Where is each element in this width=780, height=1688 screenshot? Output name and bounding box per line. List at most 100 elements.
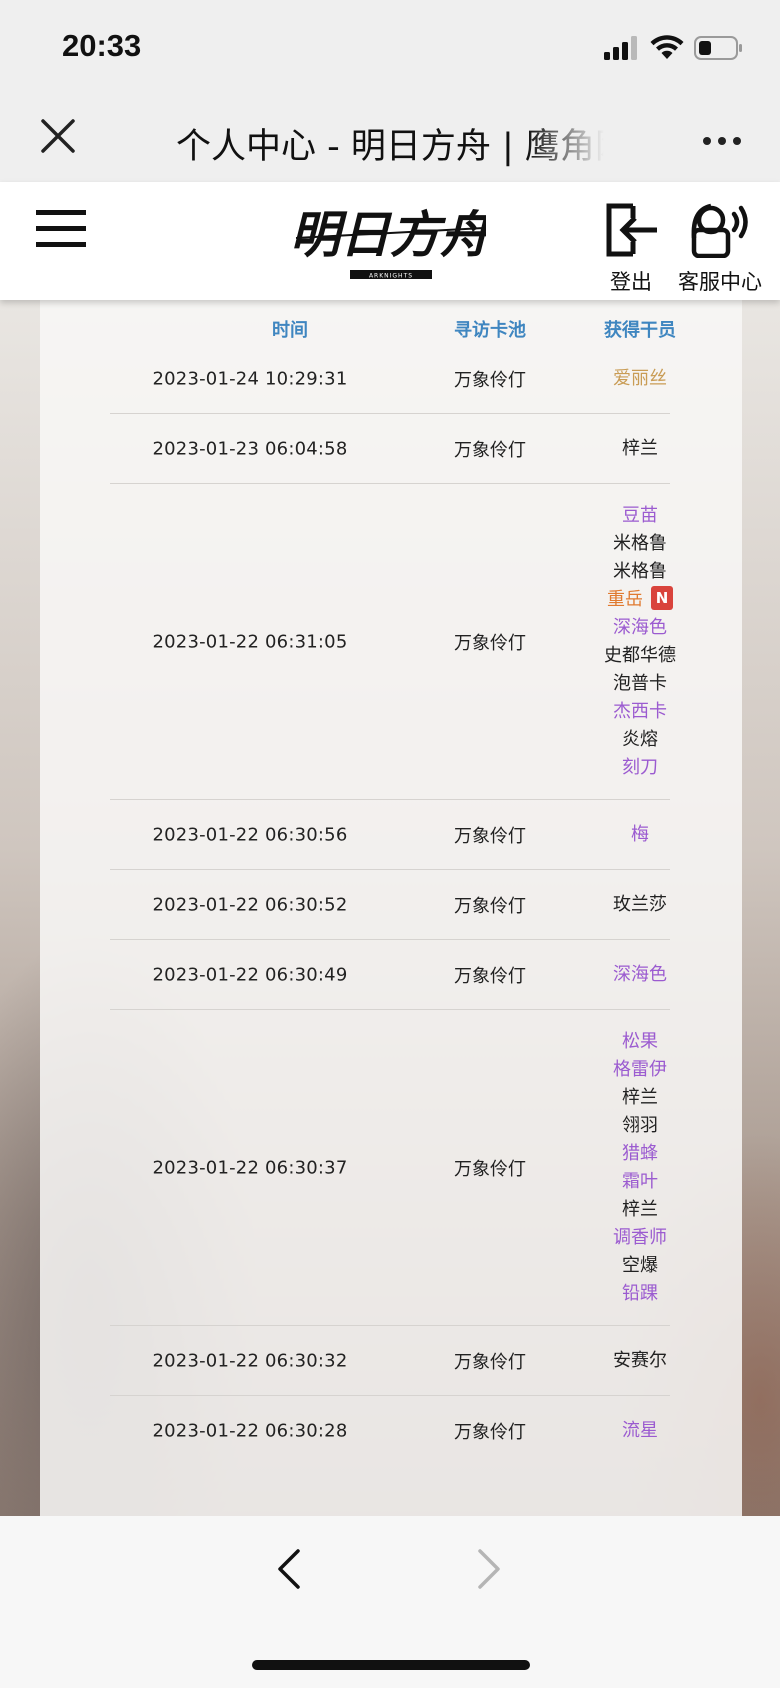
table-row: 2023-01-23 06:04:58 万象伶仃 梓兰: [110, 414, 670, 484]
operator-name: 铅踝: [560, 1280, 720, 1308]
operator-name: 梓兰: [560, 1084, 720, 1112]
row-pool: 万象伶仃: [454, 632, 526, 654]
operator-name-text: 深海色: [613, 616, 667, 638]
row-pool: 万象伶仃: [454, 1422, 526, 1443]
table-row: 2023-01-22 06:30:28 万象伶仃 流星: [110, 1396, 670, 1466]
operator-name: 米格鲁: [560, 558, 720, 586]
status-time: 20:33: [62, 28, 142, 63]
gacha-history-card: 时间 寻访卡池 获得干员 2023-01-24 10:29:31 万象伶仃 爱丽丝 2…: [40, 300, 742, 1516]
row-time: 2023-01-22 06:30:32: [152, 1350, 348, 1371]
operator-name: 重岳 N: [560, 585, 720, 614]
operator-name: 流星: [560, 1417, 720, 1445]
operator-name-text: 史都华德: [604, 644, 676, 666]
operator-name-text: 梓兰: [622, 1086, 658, 1108]
arknights-logo[interactable]: 明日方舟 ARKNIGHTS: [294, 194, 486, 294]
close-icon[interactable]: [40, 118, 76, 154]
operator-name: 格雷伊: [560, 1056, 720, 1084]
row-time: 2023-01-23 06:04:58: [152, 438, 348, 459]
operator-name-text: 深海色: [613, 963, 667, 985]
row-pool: 万象伶仃: [454, 1351, 526, 1373]
operator-name-text: 米格鲁: [613, 560, 667, 582]
operator-name-text: 爱丽丝: [613, 367, 667, 389]
row-time: 2023-01-22 06:30:49: [152, 964, 348, 985]
row-pool: 万象伶仃: [454, 439, 526, 461]
operator-name-text: 翎羽: [622, 1114, 658, 1136]
browser-bottom-bar: [0, 1516, 780, 1688]
wifi-icon: [650, 35, 684, 59]
row-operators: 流星: [560, 1417, 720, 1445]
table-row: 2023-01-22 06:30:32 万象伶仃 安赛尔: [110, 1326, 670, 1396]
operator-name: 梅: [560, 821, 720, 849]
row-operators: 松果 格雷伊 梓兰 翎羽 猎蜂 霜叶 梓兰 调香师 空爆 铅踝: [560, 1028, 720, 1308]
battery-icon: [694, 36, 742, 60]
logout-icon: [606, 203, 657, 257]
operator-name-text: 安赛尔: [613, 1349, 667, 1371]
operator-name-text: 梓兰: [622, 1198, 658, 1220]
logout-label: 登出: [610, 270, 652, 294]
operator-name: 史都华德: [560, 642, 720, 670]
operator-name: 空爆: [560, 1252, 720, 1280]
table-row: 2023-01-22 06:30:56 万象伶仃 梅: [110, 800, 670, 870]
operator-name-text: 松果: [622, 1030, 658, 1052]
row-operators: 梅: [560, 821, 720, 849]
row-operators: 深海色: [560, 961, 720, 989]
table-row: 2023-01-24 10:29:31 万象伶仃 爱丽丝: [110, 344, 670, 414]
operator-name: 翎羽: [560, 1112, 720, 1140]
home-indicator: [252, 1660, 530, 1670]
back-arrow-icon[interactable]: [276, 1548, 302, 1590]
operator-name-text: 刻刀: [622, 756, 658, 778]
operator-name: 爱丽丝: [560, 365, 720, 393]
operator-name-text: 梓兰: [622, 437, 658, 459]
operator-name: 刻刀: [560, 754, 720, 782]
operator-name-text: 米格鲁: [613, 532, 667, 554]
operator-name-text: 杰西卡: [613, 700, 667, 722]
signal-icon: [604, 36, 637, 60]
row-operators: 爱丽丝: [560, 365, 720, 393]
operator-name-text: 梅: [631, 823, 649, 845]
operator-name: 安赛尔: [560, 1347, 720, 1375]
new-badge: N: [651, 585, 673, 610]
row-time: 2023-01-22 06:30:52: [152, 894, 348, 915]
row-time: 2023-01-24 10:29:31: [152, 368, 348, 389]
row-time: 2023-01-22 06:31:05: [152, 631, 348, 652]
operator-name: 深海色: [560, 614, 720, 642]
row-time: 2023-01-22 06:30:37: [152, 1157, 348, 1178]
row-operators: 安赛尔: [560, 1347, 720, 1375]
operator-name-text: 重岳: [607, 588, 643, 610]
row-pool: 万象伶仃: [454, 369, 526, 391]
operator-name-text: 泡普卡: [613, 672, 667, 694]
operator-name: 炎熔: [560, 726, 720, 754]
logo-subtext: ARKNIGHTS: [369, 273, 413, 280]
table-header: 时间 寻访卡池 获得干员: [40, 316, 742, 344]
operator-name: 米格鲁: [560, 530, 720, 558]
operator-name: 猎蜂: [560, 1140, 720, 1168]
row-operators: 豆苗 米格鲁 米格鲁 重岳 N 深海色 史都华德 泡普卡 杰西卡 炎熔 刻刀: [560, 502, 720, 782]
table-row: 2023-01-22 06:30:49 万象伶仃 深海色: [110, 940, 670, 1010]
row-pool: 万象伶仃: [454, 895, 526, 917]
header-pool: 寻访卡池: [454, 320, 526, 341]
site-header: 明日方舟 ARKNIGHTS 登出 客服中心: [0, 182, 780, 300]
operator-name: 梓兰: [560, 435, 720, 463]
operator-name: 泡普卡: [560, 670, 720, 698]
operator-name: 玫兰莎: [560, 891, 720, 919]
page-title: 个人中心 - 明日方舟 | 鹰角网络: [176, 127, 604, 167]
operator-name-text: 炎熔: [622, 728, 658, 750]
table-row: 2023-01-22 06:31:05 万象伶仃 豆苗 米格鲁 米格鲁 重岳 N 深海色 史都华…: [110, 484, 676, 800]
row-operators: 梓兰: [560, 435, 720, 463]
customer-service-button[interactable]: 客服中心: [670, 200, 770, 296]
logout-button[interactable]: 登出: [600, 202, 662, 296]
operator-name-text: 猎蜂: [622, 1142, 658, 1164]
table-row: 2023-01-22 06:30:52 万象伶仃 玫兰莎: [110, 870, 670, 940]
row-time: 2023-01-22 06:30:56: [152, 824, 348, 845]
more-options-icon[interactable]: [702, 136, 742, 146]
operator-name: 杰西卡: [560, 698, 720, 726]
operator-name: 豆苗: [560, 502, 720, 530]
forward-arrow-icon: [478, 1549, 500, 1589]
operator-name-text: 玫兰莎: [613, 893, 667, 915]
operator-name: 深海色: [560, 961, 720, 989]
customer-service-icon: [691, 203, 748, 259]
operator-name: 调香师: [560, 1224, 720, 1252]
menu-icon[interactable]: [36, 210, 86, 248]
browser-header: 个人中心 - 明日方舟 | 鹰角网络: [0, 98, 780, 182]
customer-service-label: 客服中心: [678, 270, 762, 294]
